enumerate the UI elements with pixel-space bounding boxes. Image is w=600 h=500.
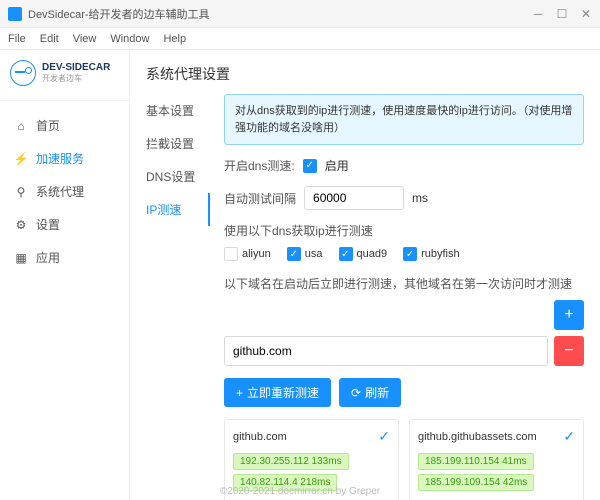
ip-tag: 185.199.109.154 42ms — [418, 474, 534, 491]
plus-icon: + — [236, 386, 243, 400]
maximize-button[interactable]: ☐ — [556, 8, 568, 20]
check-icon: ✓ — [378, 428, 390, 445]
enable-label: 开启dns测速: — [224, 157, 295, 174]
interval-unit: ms — [412, 191, 428, 205]
app-icon — [8, 7, 22, 21]
info-alert: 对从dns获取到的ip进行测速，使用速度最快的ip进行访问。（对使用增强功能的域… — [224, 94, 584, 145]
ip-tag: 185.199.110.154 41ms — [418, 453, 534, 470]
refresh-button[interactable]: ⟳刷新 — [339, 378, 401, 407]
dns-rubyfish-checkbox[interactable]: ✓ — [403, 247, 417, 261]
sidebar-item-proxy[interactable]: ⚲系统代理 — [0, 175, 129, 208]
window-title: DevSidecar-给开发者的边车辅助工具 — [28, 6, 532, 22]
refresh-icon: ⟳ — [351, 386, 361, 400]
gear-icon: ⚙ — [14, 218, 28, 232]
logo-text: DEV-SIDECAR — [42, 62, 110, 73]
menu-help[interactable]: Help — [163, 33, 186, 45]
copyright: ©2020-2021 docmirror.cn by Greper — [220, 486, 380, 497]
page-title: 系统代理设置 — [146, 64, 584, 84]
retest-button[interactable]: +立即重新测速 — [224, 378, 331, 407]
enable-checkbox[interactable]: ✓ — [303, 159, 317, 173]
menu-file[interactable]: File — [8, 33, 26, 45]
dns-title: 使用以下dns获取ip进行测速 — [224, 222, 584, 239]
dns-quad9-checkbox[interactable]: ✓ — [339, 247, 353, 261]
check-icon: ✓ — [563, 428, 575, 445]
close-button[interactable]: ✕ — [580, 8, 592, 20]
tab-pane: 对从dns获取到的ip进行测速，使用速度最快的ip进行访问。（对使用增强功能的域… — [210, 94, 584, 500]
tab-dns[interactable]: DNS设置 — [146, 160, 210, 193]
enable-text: 启用 — [325, 157, 349, 174]
tab-intercept[interactable]: 拦截设置 — [146, 127, 210, 160]
ip-tag: 192.30.255.112 133ms — [233, 453, 349, 470]
minimize-button[interactable]: ─ — [532, 8, 544, 20]
home-icon: ⌂ — [14, 119, 28, 133]
tabs: 基本设置 拦截设置 DNS设置 IP测速 — [146, 94, 210, 500]
dns-usa-checkbox[interactable]: ✓ — [287, 247, 301, 261]
dns-aliyun-checkbox[interactable] — [224, 247, 238, 261]
logo: DEV-SIDECAR 开发者边车 — [0, 60, 129, 101]
domain-input[interactable] — [224, 336, 548, 366]
remove-domain-button[interactable]: − — [554, 336, 584, 366]
menu-edit[interactable]: Edit — [40, 33, 59, 45]
sidebar-item-accel[interactable]: ⚡加速服务 — [0, 142, 129, 175]
menu-window[interactable]: Window — [110, 33, 149, 45]
thunder-icon: ⚡ — [14, 152, 28, 166]
add-domain-button[interactable]: + — [554, 300, 584, 330]
interval-input[interactable] — [304, 186, 404, 210]
menu-view[interactable]: View — [73, 33, 97, 45]
result-card: github.githubassets.com✓ 185.199.110.154… — [409, 419, 584, 500]
sidebar-item-settings[interactable]: ⚙设置 — [0, 208, 129, 241]
menu-bar: File Edit View Window Help — [0, 28, 600, 50]
sidebar: DEV-SIDECAR 开发者边车 ⌂首页 ⚡加速服务 ⚲系统代理 ⚙设置 ▦应… — [0, 50, 130, 500]
tab-basic[interactable]: 基本设置 — [146, 94, 210, 127]
interval-label: 自动测试间隔 — [224, 190, 296, 207]
tab-ipspeed[interactable]: IP测速 — [146, 193, 210, 226]
proxy-icon: ⚲ — [14, 185, 28, 199]
sidebar-item-home[interactable]: ⌂首页 — [0, 109, 129, 142]
sidebar-item-apps[interactable]: ▦应用 — [0, 241, 129, 274]
domains-title: 以下域名在启动后立即进行测速，其他域名在第一次访问时才测速 — [224, 275, 584, 292]
title-bar: DevSidecar-给开发者的边车辅助工具 ─ ☐ ✕ — [0, 0, 600, 28]
app-icon: ▦ — [14, 251, 28, 265]
logo-sub: 开发者边车 — [42, 73, 110, 84]
logo-icon — [10, 60, 36, 86]
